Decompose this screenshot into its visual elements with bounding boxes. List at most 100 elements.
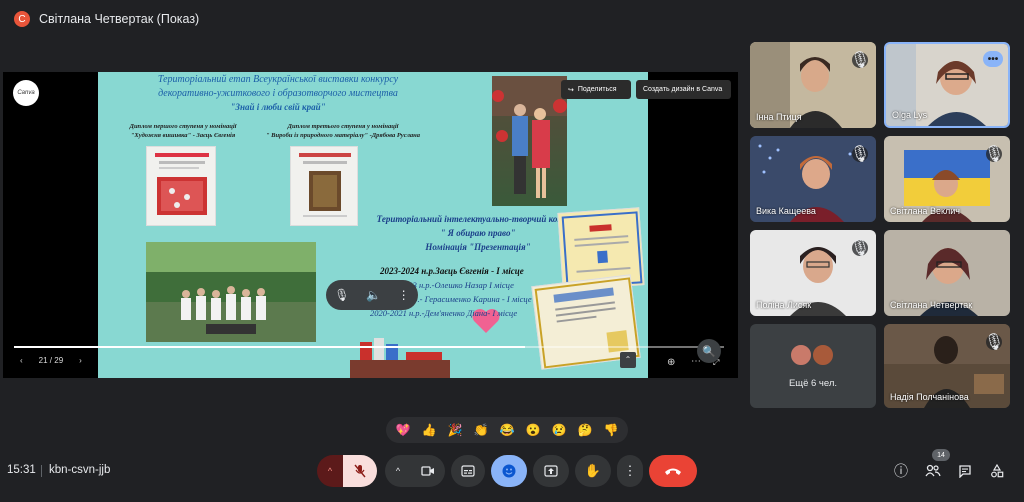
raise-hand-button[interactable]: ✋: [575, 455, 611, 487]
reaction-thumbs-down[interactable]: 👎: [604, 423, 619, 437]
divider: [41, 465, 42, 477]
participant-tile[interactable]: 🎙 Інна Птиця: [750, 42, 876, 128]
reaction-heart[interactable]: 💖: [396, 423, 411, 437]
chat-icon: [959, 465, 971, 478]
share-label: Поделиться: [577, 86, 617, 93]
diploma-1-line-2: "Художня вишивка" - Заєць Євгенія: [130, 132, 236, 139]
students-photo: [492, 76, 567, 206]
chevron-up-icon: ^: [395, 466, 401, 476]
slide-title-line-2: декоративно-ужиткового і образотворчого …: [158, 88, 398, 99]
mic-options-button[interactable]: ^: [317, 455, 343, 487]
slide-title-line-3: "Знай і люби свій край": [230, 102, 326, 112]
mic-off-icon: 🎙: [849, 52, 871, 69]
presenter-avatar: С: [14, 11, 30, 27]
participant-name: Інна Птиця: [756, 112, 802, 122]
share-button[interactable]: ↪ Поделиться: [561, 80, 631, 99]
more-participants-tile[interactable]: Ещё 6 чел.: [750, 324, 876, 408]
more-participants-label: Ещё 6 чел.: [788, 378, 838, 389]
participant-name: Вика Кащеева: [756, 206, 816, 216]
present-screen-icon: [544, 465, 558, 477]
slide-chevron-up-icon[interactable]: ⌃: [620, 352, 636, 368]
avatar: [812, 344, 834, 366]
share-icon: ↪: [568, 86, 574, 94]
hang-up-icon: [665, 468, 681, 475]
participants-count-badge: 14: [932, 449, 950, 461]
volume-icon[interactable]: 🔈: [366, 288, 381, 302]
participant-tile[interactable]: ••• Olga Lys: [884, 42, 1010, 128]
presentation-stage[interactable]: Територіальний етап Всеукраїнської виста…: [3, 72, 738, 378]
group-photo-icon: [146, 242, 316, 342]
clock: 15:31: [7, 464, 36, 476]
participant-tile[interactable]: Світлана Четвертак: [884, 230, 1010, 316]
prev-slide-icon[interactable]: ‹: [20, 356, 23, 365]
reaction-sad[interactable]: 😢: [552, 423, 567, 437]
certificate-image-2: [290, 146, 358, 226]
zoom-in-icon[interactable]: ⊕: [667, 357, 675, 368]
reaction-surprised[interactable]: 😮: [526, 423, 541, 437]
reaction-thinking[interactable]: 🤔: [578, 423, 593, 437]
people-icon: [925, 464, 941, 477]
participant-name: Olga Lys: [892, 110, 928, 120]
chevron-up-icon: ^: [327, 466, 333, 476]
magnify-button[interactable]: 🔍: [697, 339, 721, 363]
participant-tile[interactable]: 🎙 Світлана Веклич: [884, 136, 1010, 222]
reaction-laugh[interactable]: 😂: [500, 423, 515, 437]
info-icon: ⓘ: [894, 463, 908, 479]
students-photo-icon: [492, 76, 567, 198]
end-call-button[interactable]: [649, 455, 697, 487]
mic-off-icon: 🎙: [983, 146, 1005, 163]
video-camera-icon: [421, 466, 434, 476]
certificate-image-1: [146, 146, 216, 226]
top-bar: С Світлана Четвертак (Показ): [0, 0, 1024, 38]
activities-button[interactable]: [985, 459, 1009, 483]
participant-tile[interactable]: 🎙 Надія Полчанінова: [884, 324, 1010, 408]
presentation-title: Світлана Четвертак (Показ): [39, 12, 200, 26]
emoji-icon: [502, 464, 516, 478]
page-indicator: 21 / 29: [38, 356, 64, 365]
reaction-thumbs-up[interactable]: 👍: [422, 423, 437, 437]
participant-name: Світлана Четвертак: [890, 300, 973, 310]
books-icon: [350, 338, 450, 378]
slide-title-line-1: Територіальний етап Всеукраїнської виста…: [157, 74, 399, 85]
search-icon: 🔍: [702, 345, 716, 358]
participant-tile[interactable]: 🎙 Вика Кащеева: [750, 136, 876, 222]
meeting-info-button[interactable]: ⓘ: [889, 459, 913, 483]
diploma-2-line-2: " Вироби із природного матеріалу" -Дрябо…: [265, 132, 421, 139]
mic-off-icon: 🎙: [849, 146, 871, 163]
participant-name: Світлана Веклич: [890, 206, 960, 216]
present-button[interactable]: [533, 455, 569, 487]
more-vert-icon: ⋮: [623, 463, 637, 478]
more-options-icon[interactable]: •••: [983, 51, 1003, 67]
camera-toggle-button[interactable]: [411, 455, 445, 487]
mic-off-icon[interactable]: 🎙: [334, 288, 349, 302]
avatar: [790, 344, 812, 366]
captions-icon: [461, 465, 475, 477]
participant-tile[interactable]: 🎙 Поліна Лисяк: [750, 230, 876, 316]
mic-off-icon: 🎙: [983, 334, 1005, 351]
more-options-button[interactable]: ⋮: [617, 455, 643, 487]
camera-options-button[interactable]: ^: [385, 455, 411, 487]
chat-button[interactable]: [953, 459, 977, 483]
mic-toggle-button[interactable]: [343, 455, 377, 487]
result-line-1: 2023-2024 н.р.Заєць Євгенія - І місце: [380, 266, 524, 276]
progress-fill: [14, 346, 526, 348]
reaction-clap[interactable]: 👏: [474, 423, 489, 437]
people-button[interactable]: [921, 459, 945, 483]
create-design-button[interactable]: Создать дизайн в Canva: [636, 80, 731, 99]
reaction-party[interactable]: 🎉: [448, 423, 463, 437]
diploma-1-line-1: Диплом першого ступеня у номінації: [129, 123, 237, 130]
captions-button[interactable]: [451, 455, 485, 487]
slide-pager: ‹ 21 / 29 ›: [20, 356, 82, 365]
reactions-button[interactable]: [491, 455, 527, 487]
reactions-bar: 💖 👍 🎉 👏 😂 😮 😢 🤔 👎: [386, 417, 628, 443]
mic-off-icon: 🎙: [849, 240, 871, 257]
slide-progress-bar[interactable]: [14, 346, 724, 348]
diploma-2-line-1: Диплом третього ступеня у номінації: [287, 123, 399, 130]
activities-icon: [991, 464, 1004, 478]
group-photo: [146, 242, 316, 342]
hand-icon: ✋: [584, 463, 602, 478]
slide: Територіальний етап Всеукраїнської виста…: [98, 72, 648, 378]
more-vert-icon[interactable]: ⋮: [398, 288, 410, 302]
participant-name: Поліна Лисяк: [756, 300, 812, 310]
next-slide-icon[interactable]: ›: [79, 356, 82, 365]
